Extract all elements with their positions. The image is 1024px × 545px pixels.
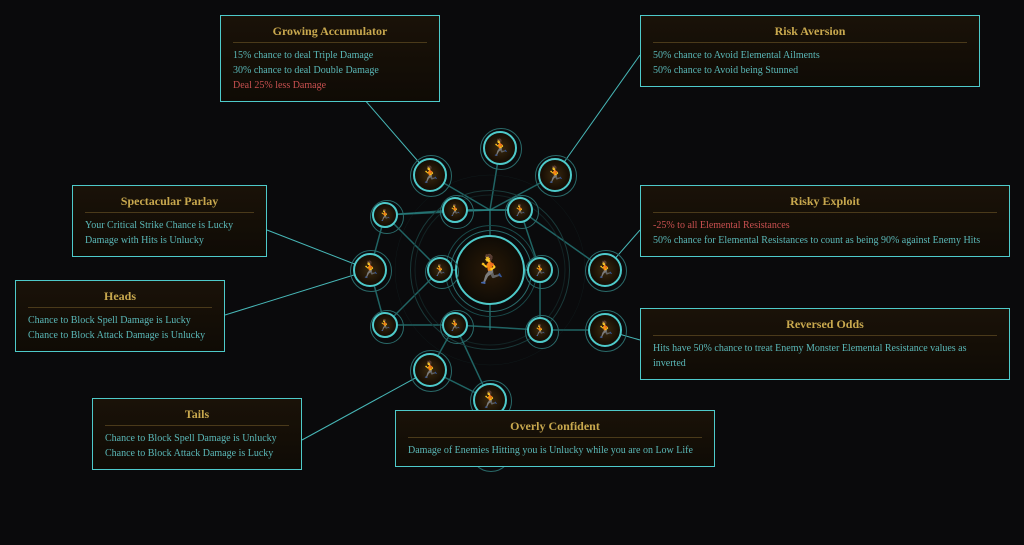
line-1: 15% chance to deal Triple Damage (233, 48, 427, 63)
node-figure-icon: 🏃 (545, 165, 565, 185)
skill-node-14[interactable]: 🏃 (413, 353, 447, 387)
skill-node-9[interactable]: 🏃 (588, 253, 622, 287)
skill-node-2[interactable]: 🏃 (538, 158, 572, 192)
tooltip-title: Spectacular Parlay (85, 194, 254, 213)
line-2: Damage with Hits is Unlucky (85, 233, 254, 248)
line-1: 50% chance to Avoid Elemental Ailments (653, 48, 967, 63)
tooltip-spectacular-parlay: Spectacular Parlay Your Critical Strike … (72, 185, 267, 257)
skill-node-0[interactable]: 🏃 (413, 158, 447, 192)
tooltip-risk-aversion: Risk Aversion 50% chance to Avoid Elemen… (640, 15, 980, 87)
skill-node-3[interactable]: 🏃 (372, 202, 398, 228)
center-hub-node[interactable]: 🏃 (455, 235, 525, 305)
skill-node-6[interactable]: 🏃 (353, 253, 387, 287)
skill-node-1[interactable]: 🏃 (483, 131, 517, 165)
node-figure-icon: 🏃 (490, 138, 510, 158)
line-2: Chance to Block Attack Damage is Unlucky (28, 328, 212, 343)
line-1: Damage of Enemies Hitting you is Unlucky… (408, 443, 702, 458)
node-figure-icon: 🏃 (420, 360, 440, 380)
line-1: Chance to Block Spell Damage is Unlucky (105, 431, 289, 446)
line-2: 50% chance for Elemental Resistances to … (653, 233, 997, 248)
skill-node-13[interactable]: 🏃 (588, 313, 622, 347)
hub-figure-icon: 🏃 (473, 253, 508, 287)
tooltip-content: 50% chance to Avoid Elemental Ailments 5… (653, 48, 967, 78)
tooltip-reversed-odds: Reversed Odds Hits have 50% chance to tr… (640, 308, 1010, 380)
tooltip-overly-confident: Overly Confident Damage of Enemies Hitti… (395, 410, 715, 467)
tooltip-content: Chance to Block Spell Damage is Lucky Ch… (28, 313, 212, 343)
skill-node-10[interactable]: 🏃 (372, 312, 398, 338)
node-figure-icon: 🏃 (533, 324, 547, 337)
node-figure-icon: 🏃 (420, 165, 440, 185)
node-figure-icon: 🏃 (533, 264, 547, 277)
tooltip-title: Reversed Odds (653, 317, 997, 336)
tooltip-title: Tails (105, 407, 289, 426)
line-1: Your Critical Strike Chance is Lucky (85, 218, 254, 233)
skill-node-7[interactable]: 🏃 (427, 257, 453, 283)
line-1: -25% to all Elemental Resistances (653, 218, 997, 233)
tooltip-heads: Heads Chance to Block Spell Damage is Lu… (15, 280, 225, 352)
node-figure-icon: 🏃 (433, 264, 447, 277)
line-3: Deal 25% less Damage (233, 78, 427, 93)
line-2: 50% chance to Avoid being Stunned (653, 63, 967, 78)
skill-node-5[interactable]: 🏃 (507, 197, 533, 223)
tooltip-content: -25% to all Elemental Resistances 50% ch… (653, 218, 997, 248)
node-figure-icon: 🏃 (448, 204, 462, 217)
tooltip-tails: Tails Chance to Block Spell Damage is Un… (92, 398, 302, 470)
node-figure-icon: 🏃 (360, 260, 380, 280)
node-figure-icon: 🏃 (595, 260, 615, 280)
node-figure-icon: 🏃 (480, 390, 500, 410)
line-2: 30% chance to deal Double Damage (233, 63, 427, 78)
tooltip-content: Your Critical Strike Chance is Lucky Dam… (85, 218, 254, 248)
tooltip-content: Damage of Enemies Hitting you is Unlucky… (408, 443, 702, 458)
node-figure-icon: 🏃 (595, 320, 615, 340)
tooltip-title: Risk Aversion (653, 24, 967, 43)
tooltip-content: Hits have 50% chance to treat Enemy Mons… (653, 341, 997, 371)
tooltip-title: Growing Accumulator (233, 24, 427, 43)
skill-node-8[interactable]: 🏃 (527, 257, 553, 283)
node-figure-icon: 🏃 (378, 209, 392, 222)
tooltip-risky-exploit: Risky Exploit -25% to all Elemental Resi… (640, 185, 1010, 257)
node-figure-icon: 🏃 (378, 319, 392, 332)
tooltip-title: Overly Confident (408, 419, 702, 438)
skill-node-4[interactable]: 🏃 (442, 197, 468, 223)
node-figure-icon: 🏃 (448, 319, 462, 332)
skill-node-11[interactable]: 🏃 (442, 312, 468, 338)
line-1: Chance to Block Spell Damage is Lucky (28, 313, 212, 328)
node-figure-icon: 🏃 (513, 204, 527, 217)
tooltip-content: 15% chance to deal Triple Damage 30% cha… (233, 48, 427, 93)
tooltip-content: Chance to Block Spell Damage is Unlucky … (105, 431, 289, 461)
tooltip-title: Risky Exploit (653, 194, 997, 213)
skill-node-12[interactable]: 🏃 (527, 317, 553, 343)
tooltip-growing-accumulator: Growing Accumulator 15% chance to deal T… (220, 15, 440, 102)
line-1: Hits have 50% chance to treat Enemy Mons… (653, 341, 997, 371)
line-2: Chance to Block Attack Damage is Lucky (105, 446, 289, 461)
tooltip-title: Heads (28, 289, 212, 308)
